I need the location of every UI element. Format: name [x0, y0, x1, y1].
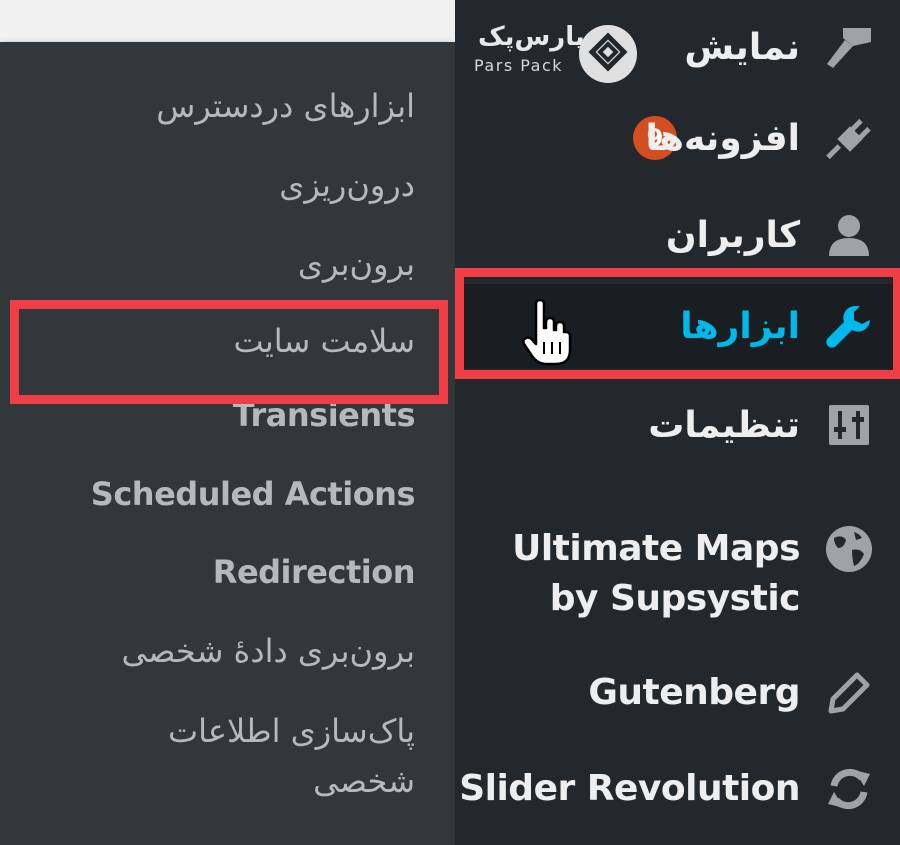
- plug-icon: [822, 111, 876, 165]
- screenshot: ابزارهای دردسترس درون‌ریزی برون‌بری سلام…: [0, 0, 900, 845]
- wrench-icon: [822, 300, 876, 354]
- user-icon: [822, 208, 876, 262]
- menu-label-gutenberg: Gutenberg: [588, 672, 800, 713]
- globe-icon: [822, 522, 876, 576]
- menu-label-slider-revolution: Slider Revolution: [459, 768, 800, 809]
- submenu-item-scheduled-actions[interactable]: Scheduled Actions: [40, 475, 416, 513]
- menu-item-settings[interactable]: تنظیمات: [455, 390, 900, 460]
- submenu-item-export[interactable]: برون‌بری: [40, 245, 415, 283]
- parspack-diamond-icon: [579, 25, 637, 83]
- submenu-item-available-tools[interactable]: ابزارهای دردسترس: [40, 87, 415, 125]
- pencil-icon: [822, 666, 876, 720]
- tools-submenu: ابزارهای دردسترس درون‌ریزی برون‌بری سلام…: [0, 42, 455, 845]
- menu-item-slider-revolution[interactable]: Slider Revolution: [455, 754, 900, 824]
- submenu-item-erase-personal-data[interactable]: پاک‌سازی اطلاعات شخصی: [120, 706, 415, 806]
- logo-text-fa: پارس‌پک: [478, 22, 585, 52]
- submenu-item-transients[interactable]: Transients: [40, 396, 416, 434]
- menu-item-ultimate-maps[interactable]: Ultimate Maps by Supsystic: [455, 522, 900, 622]
- submenu-item-site-health[interactable]: سلامت سایت: [40, 322, 415, 360]
- menu-label-appearance: نمایش: [684, 26, 800, 68]
- submenu-item-export-personal-data[interactable]: برون‌بری دادهٔ شخصی: [40, 632, 415, 670]
- menu-item-gutenberg[interactable]: Gutenberg: [455, 658, 900, 728]
- submenu-item-redirection[interactable]: Redirection: [40, 553, 416, 591]
- menu-label-plugins: افزونه‌ها: [645, 117, 800, 159]
- menu-label-users: کاربران: [665, 214, 800, 256]
- logo-text-en: Pars Pack: [474, 56, 564, 75]
- menu-item-plugins[interactable]: 9 افزونه‌ها: [455, 103, 900, 173]
- parspack-logo: پارس‌پک Pars Pack: [470, 20, 640, 84]
- refresh-icon: [822, 762, 876, 816]
- menu-label-settings: تنظیمات: [648, 404, 800, 446]
- menu-label-tools: ابزارها: [680, 306, 800, 347]
- sliders-icon: [822, 398, 876, 452]
- hand-cursor-icon: [522, 298, 572, 366]
- submenu-item-import[interactable]: درون‌ریزی: [40, 166, 415, 204]
- paintbrush-icon: [822, 20, 876, 74]
- menu-item-users[interactable]: کاربران: [455, 200, 900, 270]
- menu-label-ultimate-maps: Ultimate Maps by Supsystic: [512, 528, 800, 619]
- admin-menu: نمایش 9 افزونه‌ها کاربران: [455, 0, 900, 845]
